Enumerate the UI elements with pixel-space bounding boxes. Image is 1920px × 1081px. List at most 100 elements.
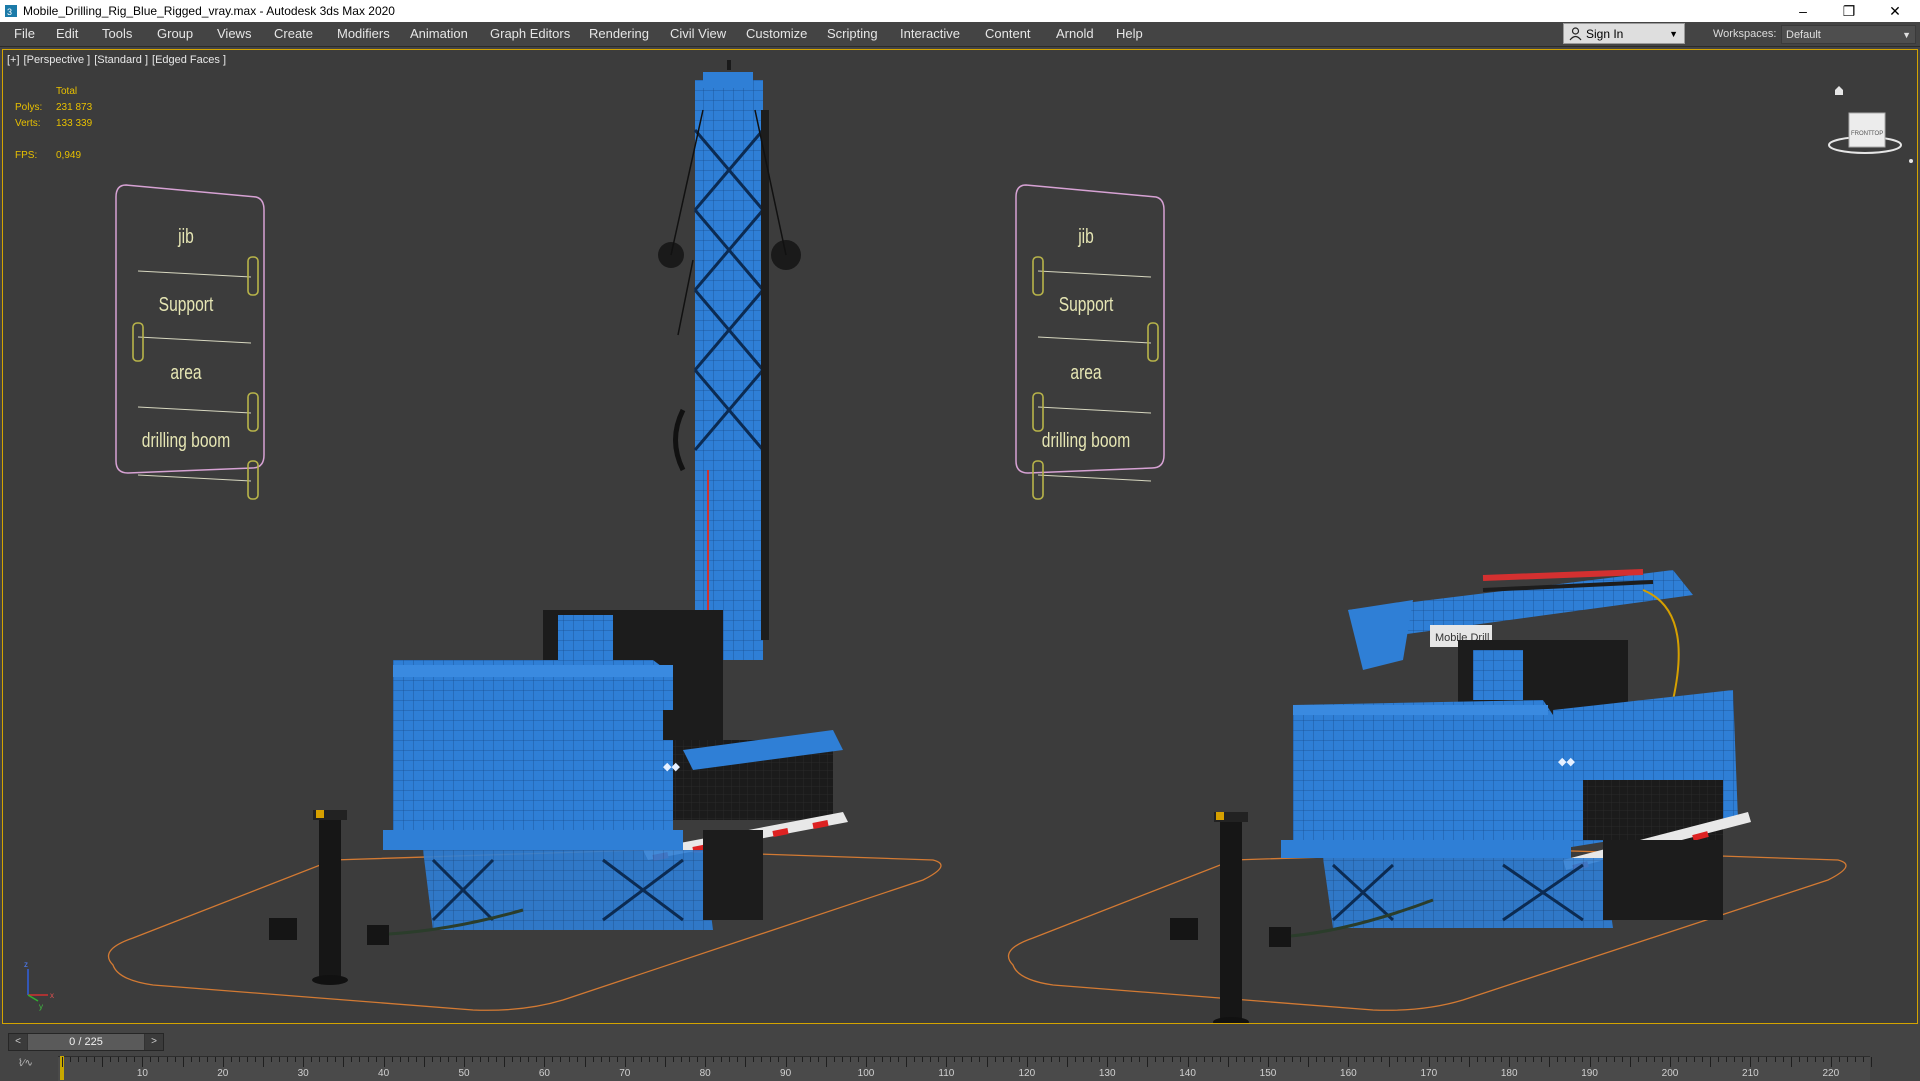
timeline-tick	[536, 1057, 538, 1062]
minimize-button[interactable]: –	[1780, 0, 1826, 22]
slider-track[interactable]	[1037, 336, 1152, 344]
menu-tools[interactable]: Tools	[102, 22, 132, 46]
scene-canvas: ◆◆ Mobile Drill ◆◆ jibSupportareadrillin…	[24, 60, 1913, 1023]
timeline-tick	[455, 1057, 457, 1062]
slider-track[interactable]	[1037, 474, 1152, 482]
slider-handle[interactable]	[1032, 460, 1044, 500]
timeline-tick	[1412, 1057, 1414, 1062]
rig-control-panel: jib Support area drilling boom	[1015, 184, 1165, 500]
menu-scripting[interactable]: Scripting	[827, 22, 878, 46]
timeline-tick	[1702, 1057, 1704, 1062]
slider-track[interactable]	[137, 336, 252, 344]
timeline-tick	[1517, 1057, 1519, 1062]
viewport-shading-menu[interactable]: [Standard ]	[94, 54, 148, 66]
menu-group[interactable]: Group	[157, 22, 193, 46]
menu-help[interactable]: Help	[1116, 22, 1143, 46]
timeline-tick	[1790, 1057, 1792, 1067]
restore-button[interactable]: ❐	[1826, 0, 1872, 22]
timeline-tick	[1259, 1057, 1261, 1062]
timeline-tick	[962, 1057, 964, 1062]
timeline-tick	[1364, 1057, 1366, 1062]
timeline-tick	[1581, 1057, 1583, 1062]
timeline-tick	[1645, 1057, 1647, 1062]
viewport-display-menu[interactable]: [Edged Faces ]	[152, 54, 226, 66]
sign-in-button[interactable]: Sign In ▼	[1563, 23, 1685, 44]
timeline-tick	[287, 1057, 289, 1062]
user-icon	[1569, 27, 1582, 41]
slider-handle[interactable]	[1032, 392, 1044, 432]
workspace-select[interactable]: Default ▼	[1781, 25, 1916, 44]
timeline-tick	[1798, 1057, 1800, 1062]
timeline-tick	[1549, 1057, 1551, 1067]
timeline-tick	[407, 1057, 409, 1062]
viewport-pov-menu[interactable]: [Perspective ]	[24, 54, 91, 66]
slider-handle[interactable]	[1032, 256, 1044, 296]
menu-file[interactable]: File	[14, 22, 35, 46]
menu-rendering[interactable]: Rendering	[589, 22, 649, 46]
timeline-tick	[367, 1057, 369, 1062]
menu-modifiers[interactable]: Modifiers	[337, 22, 390, 46]
slider-label: area	[1070, 361, 1101, 383]
timeline-tick-label: 190	[1581, 1068, 1598, 1079]
timeline-tick	[1460, 1057, 1462, 1062]
menu-interactive[interactable]: Interactive	[900, 22, 960, 46]
timeline-tick	[1436, 1057, 1438, 1062]
menu-content[interactable]: Content	[985, 22, 1031, 46]
menu-graph-editors[interactable]: Graph Editors	[490, 22, 570, 46]
menu-civil-view[interactable]: Civil View	[670, 22, 726, 46]
timeline-tick	[1541, 1057, 1543, 1062]
menu-animation[interactable]: Animation	[410, 22, 468, 46]
timeline-tick	[182, 1057, 184, 1067]
timeline-tick	[1268, 1057, 1269, 1067]
slider-track[interactable]	[1037, 270, 1152, 278]
rig-control-panel: jib Support area drilling boom	[115, 184, 265, 500]
timeline-tick-label: 170	[1420, 1068, 1438, 1079]
timeline-tick	[126, 1057, 128, 1062]
timeline-tick	[472, 1057, 474, 1062]
menu-arnold[interactable]: Arnold	[1056, 22, 1094, 46]
timeline-tick	[174, 1057, 176, 1062]
time-slider-thumb[interactable]: 0 / 225	[28, 1034, 144, 1050]
timeline-tick	[1083, 1057, 1085, 1062]
timeline-tick-label: 220	[1822, 1068, 1840, 1079]
timeline-tick	[439, 1057, 441, 1062]
timeline-tick	[1251, 1057, 1253, 1062]
menu-create[interactable]: Create	[274, 22, 313, 46]
menu-edit[interactable]: Edit	[56, 22, 78, 46]
slider-handle[interactable]	[247, 256, 259, 296]
timeline-tick	[1726, 1057, 1728, 1062]
timeline-tick	[1742, 1057, 1744, 1062]
viewport-plus-menu[interactable]: [+]	[7, 54, 20, 66]
slider-track[interactable]	[137, 270, 252, 278]
time-slider[interactable]: < 0 / 225 >	[8, 1033, 164, 1051]
slider-track[interactable]	[137, 406, 252, 414]
timeline-tick	[753, 1057, 755, 1062]
viewport-label-menu[interactable]: [+] [Perspective ] [Standard ] [Edged Faces…	[7, 54, 230, 66]
stats-fps-label: FPS:	[15, 150, 38, 161]
next-frame-button[interactable]: >	[145, 1034, 163, 1050]
close-button[interactable]: ✕	[1872, 0, 1918, 22]
slider-handle[interactable]	[1147, 322, 1159, 362]
timeline-tick	[190, 1057, 192, 1062]
timeline-tick	[271, 1057, 273, 1062]
previous-frame-button[interactable]: <	[9, 1034, 27, 1050]
mini-curve-editor-icon[interactable]: ⌇∕∿	[18, 1058, 33, 1069]
slider-handle[interactable]	[132, 322, 144, 362]
timeline-tick	[279, 1057, 281, 1062]
slider-handle[interactable]	[247, 392, 259, 432]
timeline-tick	[681, 1057, 683, 1062]
timeline-tick	[1050, 1057, 1052, 1062]
timeline-tick	[793, 1057, 795, 1062]
timeline-tick	[431, 1057, 433, 1062]
perspective-viewport[interactable]: ◆◆ Mobile Drill ◆◆ jib Support area dril…	[2, 49, 1918, 1024]
slider-track[interactable]	[1037, 406, 1152, 414]
timeline-tick	[1171, 1057, 1173, 1062]
timeline-tick	[1814, 1057, 1816, 1062]
timeline-tick	[1758, 1057, 1760, 1062]
menu-customize[interactable]: Customize	[746, 22, 807, 46]
timeline-tick-label: 140	[1179, 1068, 1196, 1079]
timeline-tick-label: 10	[136, 1068, 148, 1079]
slider-track[interactable]	[137, 474, 252, 482]
timeline-tick-label: 110	[938, 1068, 955, 1079]
menu-views[interactable]: Views	[217, 22, 251, 46]
